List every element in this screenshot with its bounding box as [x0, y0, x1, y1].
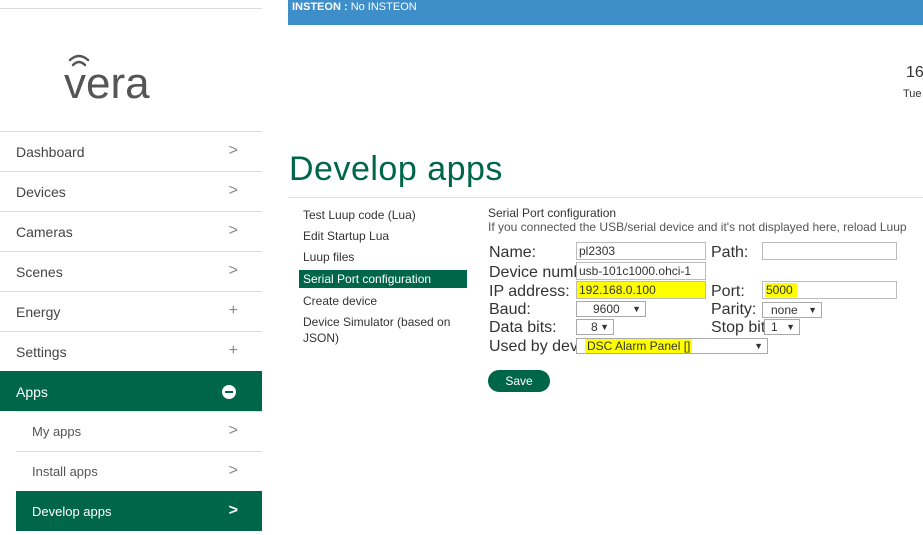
name-label: Name: — [489, 244, 537, 261]
chevron-right-icon: > — [228, 222, 238, 239]
sidebar-item-label: Settings — [16, 343, 67, 360]
menu-item-serial-port-configuration[interactable]: Serial Port configuration — [299, 270, 467, 288]
banner-label: INSTEON : — [292, 1, 348, 13]
panel-title: Serial Port configuration — [488, 206, 617, 220]
sidebar-subitem-develop-apps[interactable]: Develop apps > — [16, 491, 262, 531]
dropdown-arrow-icon: ▼ — [786, 322, 795, 332]
data-bits-label: Data bits: — [489, 319, 557, 336]
port-label: Port: — [711, 283, 745, 300]
sidebar-item-label: Cameras — [16, 223, 73, 240]
menu-item-luup-files[interactable]: Luup files — [299, 249, 467, 265]
menu-item-test-luup-code[interactable]: Test Luup code (Lua) — [299, 207, 467, 223]
dropdown-arrow-icon: ▼ — [632, 304, 641, 314]
panel-description: If you connected the USB/serial device a… — [488, 220, 907, 234]
baud-label: Baud: — [489, 301, 531, 318]
chevron-right-icon: > — [228, 462, 238, 479]
page-title: Develop apps — [289, 150, 503, 188]
clock-time: 16 — [906, 64, 923, 81]
stop-bits-select[interactable]: 1 ▼ — [764, 319, 800, 335]
port-field[interactable]: 5000 — [762, 281, 897, 299]
sidebar: vera Dashboard > Devices > Cameras > Sce… — [0, 0, 262, 535]
sidebar-subitem-my-apps[interactable]: My apps > — [16, 411, 262, 451]
parity-select[interactable]: none ▼ — [762, 302, 822, 318]
baud-select[interactable]: 9600 ▼ — [576, 301, 646, 317]
path-label: Path: — [711, 244, 749, 261]
data-bits-select[interactable]: 8 ▼ — [576, 319, 614, 335]
sidebar-subitem-label: My apps — [32, 424, 82, 439]
banner-value: No INSTEON — [350, 1, 417, 13]
ip-address-label: IP address: — [489, 283, 570, 300]
insteon-status-banner: INSTEON : No INSTEON — [288, 0, 923, 25]
develop-apps-menu: Test Luup code (Lua) Edit Startup Lua Lu… — [299, 207, 467, 351]
menu-item-create-device[interactable]: Create device — [299, 293, 467, 309]
plus-icon: + — [228, 302, 238, 319]
stop-bits-value: 1 — [771, 320, 778, 334]
sidebar-item-dashboard[interactable]: Dashboard > — [0, 131, 262, 171]
chevron-right-icon: > — [228, 182, 238, 199]
sidebar-subitem-label: Install apps — [32, 464, 98, 479]
dropdown-arrow-icon: ▼ — [600, 322, 609, 332]
chevron-right-icon: > — [228, 422, 238, 439]
sidebar-item-label: Energy — [16, 303, 61, 320]
name-field[interactable]: pl2303 — [576, 242, 706, 260]
used-by-device-value: DSC Alarm Panel [] — [585, 339, 693, 353]
logo-text: vera — [64, 59, 150, 108]
sidebar-item-label: Scenes — [16, 263, 63, 280]
sidebar-item-energy[interactable]: Energy + — [0, 291, 262, 331]
dropdown-arrow-icon: ▼ — [808, 305, 817, 315]
chevron-right-icon: > — [228, 142, 238, 159]
sidebar-item-label: Dashboard — [16, 143, 85, 160]
sidebar-item-apps[interactable]: Apps — [0, 371, 262, 411]
path-field[interactable] — [762, 242, 897, 260]
minus-circle-icon — [222, 385, 236, 399]
menu-item-device-simulator[interactable]: Device Simulator (based on JSON) — [299, 314, 467, 346]
vera-logo: vera — [62, 50, 202, 110]
sidebar-item-label: Devices — [16, 183, 66, 200]
title-divider — [288, 197, 923, 198]
device-number-field[interactable]: usb-101c1000.ohci-1 — [576, 262, 706, 280]
serial-port-panel: Serial Port configuration If you connect… — [488, 206, 923, 234]
sidebar-item-scenes[interactable]: Scenes > — [0, 251, 262, 291]
used-by-device-select[interactable]: DSC Alarm Panel [] ▼ — [576, 338, 768, 354]
menu-item-edit-startup-lua[interactable]: Edit Startup Lua — [299, 228, 467, 244]
parity-value: none — [771, 303, 798, 317]
chevron-right-icon: > — [228, 502, 238, 519]
chevron-right-icon: > — [228, 262, 238, 279]
sidebar-item-cameras[interactable]: Cameras > — [0, 211, 262, 251]
sidebar-top-divider — [0, 8, 262, 9]
ip-address-field[interactable]: 192.168.0.100 — [576, 281, 706, 299]
parity-label: Parity: — [711, 301, 757, 318]
baud-value: 9600 — [593, 302, 620, 316]
clock-day: Tue — [903, 88, 922, 100]
sidebar-item-settings[interactable]: Settings + — [0, 331, 262, 371]
sidebar-subitem-label: Develop apps — [32, 504, 112, 519]
main-nav: Dashboard > Devices > Cameras > Scenes >… — [0, 131, 262, 531]
plus-icon: + — [228, 342, 238, 359]
data-bits-value: 8 — [591, 320, 598, 334]
dropdown-arrow-icon: ▼ — [754, 341, 763, 351]
save-button[interactable]: Save — [488, 370, 550, 392]
sidebar-subitem-install-apps[interactable]: Install apps > — [16, 451, 262, 491]
sidebar-item-label: Apps — [16, 383, 48, 400]
sidebar-item-devices[interactable]: Devices > — [0, 171, 262, 211]
port-value: 5000 — [765, 283, 797, 297]
